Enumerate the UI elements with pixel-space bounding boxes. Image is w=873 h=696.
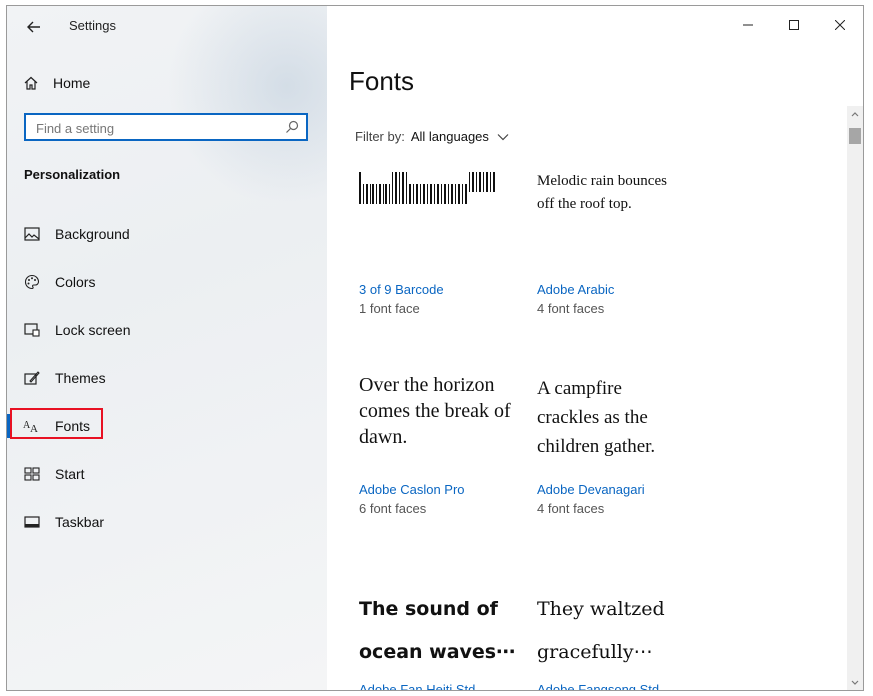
search-input[interactable]: [36, 119, 276, 137]
chevron-down-icon: [497, 129, 509, 144]
chevron-down-icon: [851, 680, 859, 685]
filter-value: All languages: [410, 129, 489, 144]
sidebar-item-lock-screen[interactable]: Lock screen: [23, 318, 130, 342]
font-name: Adobe Fangsong Std: [537, 682, 660, 691]
font-name: 3 of 9 Barcode: [359, 282, 444, 297]
sidebar-item-label: Colors: [55, 274, 96, 290]
sidebar-item-themes[interactable]: Themes: [23, 366, 106, 390]
font-name: Adobe Fan Heiti Std: [359, 682, 476, 691]
back-button[interactable]: [23, 16, 45, 38]
font-preview: Melodic rain bounces off the roof top.: [537, 173, 667, 212]
taskbar-icon: [23, 513, 41, 531]
font-faces: 4 font faces: [537, 501, 605, 516]
sidebar-item-background[interactable]: Background: [23, 222, 130, 246]
barcode-preview: [359, 170, 529, 211]
font-preview: A campfire crackles as the children gath…: [537, 378, 656, 457]
font-card-adobe-devanagari[interactable]: A campfire crackles as the children gath…: [537, 374, 707, 524]
window-controls: [725, 6, 863, 44]
font-card-adobe-arabic[interactable]: Melodic rain bounces off the roof top. A…: [537, 170, 707, 320]
font-card-3-of-9-barcode[interactable]: 3 of 9 Barcode 1 font face: [359, 170, 529, 320]
close-button[interactable]: [817, 6, 863, 44]
filter-dropdown[interactable]: Filter by: All languages: [355, 129, 509, 144]
search-icon[interactable]: [285, 120, 299, 139]
font-preview: They waltzed gracefully⋯: [537, 598, 665, 663]
font-name: Adobe Arabic: [537, 282, 615, 297]
sidebar-item-label: Lock screen: [55, 322, 131, 338]
sidebar-item-start[interactable]: Start: [23, 462, 85, 486]
maximize-button[interactable]: [771, 6, 817, 44]
back-arrow-icon: [27, 21, 40, 33]
scroll-thumb[interactable]: [849, 128, 861, 144]
search-box[interactable]: [24, 113, 308, 141]
font-name: Adobe Caslon Pro: [359, 482, 465, 497]
app-title: Settings: [69, 18, 116, 33]
home-label: Home: [53, 75, 91, 91]
image-icon: [23, 225, 41, 243]
font-preview: The sound of ocean waves⋯: [359, 598, 516, 663]
filter-label: Filter by:: [355, 129, 405, 144]
font-faces: 1 font face: [359, 301, 420, 316]
font-preview: Over the horizon comes the break of dawn…: [359, 374, 511, 448]
font-card-adobe-fan-heiti-std[interactable]: The sound of ocean waves⋯ Adobe Fan Heit…: [359, 588, 529, 691]
home-icon: [24, 76, 38, 90]
sidebar-item-label: Background: [55, 226, 130, 242]
page-title: Fonts: [349, 66, 415, 96]
font-card-adobe-fangsong-std[interactable]: They waltzed gracefully⋯ Adobe Fangsong …: [537, 588, 707, 691]
selection-highlight: [10, 408, 103, 439]
font-name: Adobe Devanagari: [537, 482, 645, 497]
main-content: Fonts Filter by: All languages 3 of 9 Ba…: [327, 6, 863, 690]
lock-screen-icon: [23, 321, 41, 339]
close-icon: [835, 20, 845, 30]
chevron-up-icon: [851, 112, 859, 117]
sidebar-item-taskbar[interactable]: Taskbar: [23, 510, 104, 534]
scroll-up-button[interactable]: [847, 106, 863, 122]
start-icon: [23, 465, 41, 483]
themes-icon: [23, 369, 41, 387]
sidebar-item-colors[interactable]: Colors: [23, 270, 95, 294]
home-nav-item[interactable]: Home: [23, 72, 90, 94]
scroll-down-button[interactable]: [847, 676, 863, 690]
settings-window: Settings Home Personalization Background…: [6, 5, 864, 691]
maximize-icon: [789, 20, 799, 30]
font-card-adobe-caslon-pro[interactable]: Over the horizon comes the break of dawn…: [359, 372, 529, 522]
minimize-icon: [743, 24, 753, 26]
vertical-scrollbar[interactable]: [847, 106, 863, 690]
font-faces: 4 font faces: [537, 301, 605, 316]
section-title: Personalization: [24, 167, 121, 182]
sidebar-item-label: Taskbar: [55, 514, 105, 530]
minimize-button[interactable]: [725, 6, 771, 44]
font-faces: 6 font faces: [359, 501, 427, 516]
sidebar: Settings Home Personalization Background…: [7, 6, 327, 690]
sidebar-item-label: Start: [55, 466, 85, 482]
sidebar-item-label: Themes: [55, 370, 106, 386]
palette-icon: [23, 273, 41, 291]
